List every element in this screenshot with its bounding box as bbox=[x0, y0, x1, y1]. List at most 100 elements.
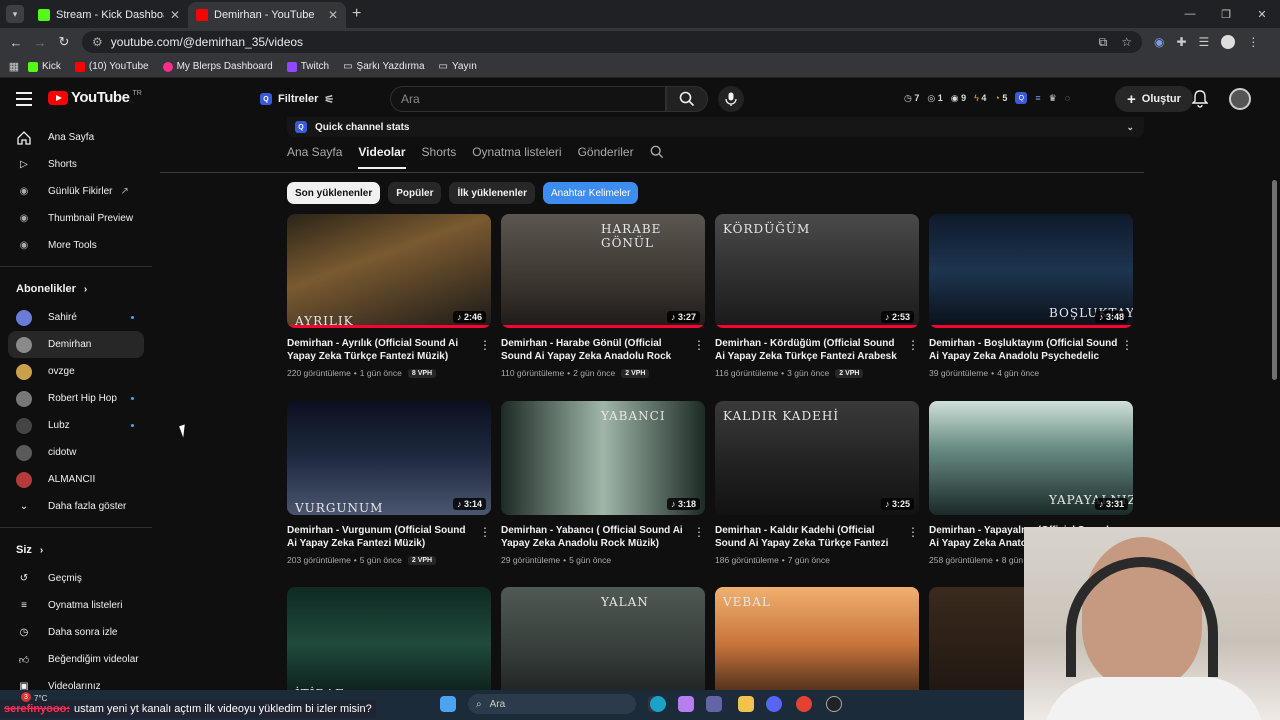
bookmark-youtube[interactable]: (10) YouTube bbox=[74, 61, 149, 72]
bookmark-twitch[interactable]: Twitch bbox=[286, 61, 329, 72]
site-info-icon[interactable]: ⚙ bbox=[92, 35, 103, 49]
discord-icon[interactable] bbox=[766, 696, 782, 712]
video-thumbnail[interactable]: VURGUNUM ♪ 3:14 bbox=[287, 401, 491, 515]
video-card[interactable]: KALDIR KADEHİ ♪ 3:25 Demirhan - Kaldır Kad… bbox=[715, 401, 919, 565]
more-actions-icon[interactable]: ⋮ bbox=[907, 525, 919, 539]
subscription-item-active[interactable]: Demirhan bbox=[8, 331, 144, 358]
chip-keywords[interactable]: Anahtar Kelimeler bbox=[542, 182, 639, 204]
voice-search-button[interactable] bbox=[718, 86, 744, 112]
sidebar-item-ideas[interactable]: ◉ Günlük Fikirler ↗ bbox=[0, 178, 160, 205]
account-avatar[interactable] bbox=[1229, 88, 1251, 110]
sidebar-item-shorts[interactable]: ▷ Shorts bbox=[0, 151, 160, 178]
create-button[interactable]: + Oluştur bbox=[1115, 86, 1193, 112]
subscriptions-heading[interactable]: Abonelikler › bbox=[0, 274, 160, 304]
chip-popular[interactable]: Popüler bbox=[388, 182, 442, 204]
stat-clock[interactable]: ◷ 7 bbox=[904, 93, 919, 104]
edge-icon[interactable] bbox=[650, 696, 666, 712]
browser-tab-kick[interactable]: Stream - Kick Dashboard ✕ bbox=[30, 2, 188, 28]
bookmark-folder-sarki[interactable]: ▭ Şarkı Yazdırma bbox=[343, 61, 424, 72]
filters-button[interactable]: Q Filtreler ⚟ bbox=[260, 88, 334, 110]
tab-videos[interactable]: Videolar bbox=[358, 145, 406, 169]
vidiq-badge-icon[interactable]: Q bbox=[1015, 92, 1028, 104]
obs-icon[interactable] bbox=[826, 696, 842, 712]
tab-playlists[interactable]: Oynatma listeleri bbox=[472, 145, 561, 175]
video-card[interactable]: YALAN bbox=[501, 587, 705, 701]
channel-search-icon[interactable] bbox=[650, 145, 664, 175]
video-thumbnail[interactable]: YAPAYALNIZ ♪ 3:31 bbox=[929, 401, 1133, 515]
chip-latest[interactable]: Son yüklenenler bbox=[287, 182, 381, 204]
minimize-icon[interactable]: — bbox=[1172, 0, 1208, 28]
video-card[interactable]: HARABE GÖNÜL ♪ 3:27 Demirhan - Harabe Gönü… bbox=[501, 214, 705, 378]
sidebar-item-home[interactable]: Ana Sayfa bbox=[0, 124, 160, 151]
sidebar-item-more-tools[interactable]: ◉ More Tools bbox=[0, 232, 160, 259]
close-tab-icon[interactable]: ✕ bbox=[328, 8, 338, 22]
back-icon[interactable]: ← bbox=[4, 35, 28, 50]
video-thumbnail[interactable]: BOŞLUKTAYIM♪ 3:48 bbox=[929, 214, 1133, 328]
profile-avatar-icon[interactable] bbox=[1221, 35, 1236, 49]
taskbar-search[interactable]: ⌕ Ara bbox=[468, 694, 636, 714]
reload-icon[interactable]: ↻ bbox=[52, 34, 76, 50]
more-actions-icon[interactable]: ⋮ bbox=[479, 338, 491, 352]
video-card[interactable]: KÖRDÜĞÜM ♪ 2:53 Demirhan - Kördüğüm (Offic… bbox=[715, 214, 919, 378]
subscription-item[interactable]: cidotw bbox=[0, 439, 160, 466]
sidebar-item-thumbnail-preview[interactable]: ◉ Thumbnail Preview bbox=[0, 205, 160, 232]
video-title[interactable]: Demirhan - Vurgunum (Official Sound Ai Y… bbox=[287, 524, 477, 550]
video-thumbnail[interactable]: YABANCI ♪ 3:18 bbox=[501, 401, 705, 515]
video-thumbnail[interactable]: KÖRDÜĞÜM ♪ 2:53 bbox=[715, 214, 919, 328]
search-input[interactable]: Ara bbox=[390, 86, 666, 112]
hamburger-menu-icon[interactable] bbox=[16, 92, 32, 110]
stat-bolt[interactable]: ϟ 4 bbox=[974, 93, 986, 103]
teams-icon[interactable] bbox=[706, 696, 722, 712]
video-card[interactable]: VEBAL bbox=[715, 587, 919, 701]
close-tab-icon[interactable]: ✕ bbox=[170, 8, 180, 22]
chrome-icon[interactable] bbox=[796, 696, 812, 712]
bookmark-blerps[interactable]: My Blerps Dashboard bbox=[162, 61, 273, 72]
subscription-item[interactable]: ALMANCII bbox=[0, 466, 160, 493]
list-icon[interactable]: ≡ bbox=[1035, 93, 1040, 103]
video-thumbnail[interactable]: KALDIR KADEHİ ♪ 3:25 bbox=[715, 401, 919, 515]
tab-shorts[interactable]: Shorts bbox=[422, 145, 457, 175]
more-actions-icon[interactable]: ⋮ bbox=[693, 525, 705, 539]
video-title[interactable]: Demirhan - Kaldır Kadehi (Official Sound… bbox=[715, 524, 905, 550]
video-card[interactable]: İTİRAF bbox=[287, 587, 491, 701]
video-title[interactable]: Demirhan - Yabancı ( Official Sound Ai Y… bbox=[501, 524, 691, 550]
more-actions-icon[interactable]: ⋮ bbox=[1121, 338, 1133, 352]
tab-home[interactable]: Ana Sayfa bbox=[287, 145, 342, 175]
reading-list-icon[interactable]: ☰ bbox=[1199, 35, 1210, 49]
sidebar-item-liked[interactable]: 👍︎ Beğendiğim videolar bbox=[0, 646, 160, 673]
extension-q-icon[interactable]: ◉ bbox=[1154, 35, 1164, 49]
video-title[interactable]: Demirhan - Kördüğüm (Official Sound Ai Y… bbox=[715, 337, 905, 363]
more-actions-icon[interactable]: ⋮ bbox=[693, 338, 705, 352]
extensions-puzzle-icon[interactable]: ✚ bbox=[1176, 35, 1186, 49]
video-card[interactable]: AYRILIK ♪ 2:46 Demirhan - Ayrılık (Officia… bbox=[287, 214, 491, 378]
video-thumbnail[interactable]: İTİRAF bbox=[287, 587, 491, 701]
quick-channel-stats[interactable]: Q Quick channel stats ⌄ bbox=[287, 117, 1144, 137]
video-card[interactable]: BOŞLUKTAYIM♪ 3:48 Demirhan - Boşluktayım … bbox=[929, 214, 1133, 378]
bookmark-star-icon[interactable]: ☆ bbox=[1121, 35, 1132, 50]
sidebar-item-watch-later[interactable]: ◷ Daha sonra izle bbox=[0, 619, 160, 646]
chat-icon[interactable]: ◌ bbox=[1065, 93, 1070, 103]
subscription-item[interactable]: Lubz bbox=[0, 412, 160, 439]
video-thumbnail[interactable]: AYRILIK ♪ 2:46 bbox=[287, 214, 491, 328]
you-heading[interactable]: Siz › bbox=[0, 535, 160, 565]
more-actions-icon[interactable]: ⋮ bbox=[907, 338, 919, 352]
tab-search-icon[interactable]: ▾ bbox=[6, 5, 24, 23]
tab-posts[interactable]: Gönderiler bbox=[578, 145, 634, 175]
apps-grid-icon[interactable]: ▦ bbox=[0, 60, 28, 73]
subscription-item[interactable]: ovzge bbox=[0, 358, 160, 385]
copilot-icon[interactable] bbox=[678, 696, 694, 712]
chevron-down-icon[interactable]: ⌄ bbox=[1126, 122, 1134, 133]
restore-icon[interactable]: ❐ bbox=[1208, 0, 1244, 28]
show-more-button[interactable]: ⌄ Daha fazla göster bbox=[0, 493, 160, 520]
close-window-icon[interactable]: ✕ bbox=[1244, 0, 1280, 28]
bookmark-kick[interactable]: Kick bbox=[28, 61, 61, 72]
notifications-bell-icon[interactable] bbox=[1191, 90, 1209, 113]
url-bar[interactable]: ⚙ youtube.com/@demirhan_35/videos ⧉ ☆ bbox=[82, 31, 1142, 53]
video-title[interactable]: Demirhan - Boşluktayım (Official Sound A… bbox=[929, 337, 1119, 363]
page-scrollbar[interactable] bbox=[1272, 180, 1277, 380]
browser-tab-youtube[interactable]: Demirhan - YouTube ✕ bbox=[188, 2, 346, 28]
windows-start-icon[interactable] bbox=[440, 696, 456, 712]
video-thumbnail[interactable]: HARABE GÖNÜL ♪ 3:27 bbox=[501, 214, 705, 328]
video-thumbnail[interactable]: VEBAL bbox=[715, 587, 919, 701]
subscription-item[interactable]: Robert Hip Hop bbox=[0, 385, 160, 412]
